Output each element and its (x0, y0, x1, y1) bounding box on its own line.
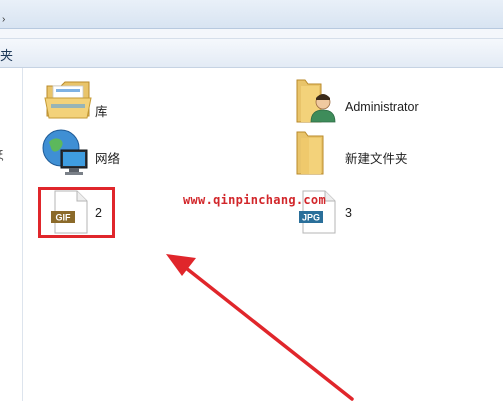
annotation-arrow (166, 254, 354, 401)
